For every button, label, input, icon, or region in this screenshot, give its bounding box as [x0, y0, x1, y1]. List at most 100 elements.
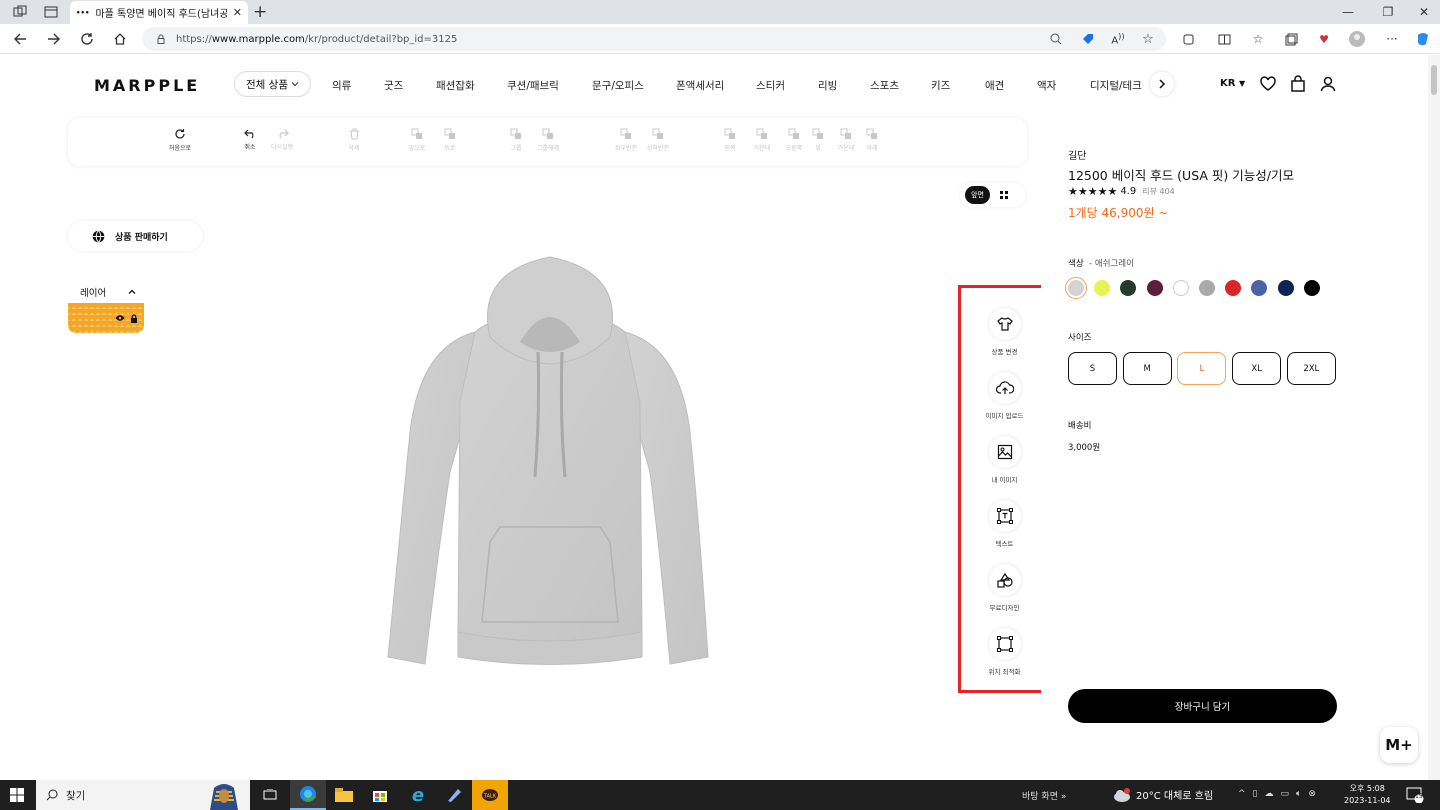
nav-category-7[interactable]: 리빙	[818, 78, 837, 93]
desktop-toolbar-label[interactable]: 바탕 화면 »	[1022, 789, 1066, 802]
nav-category-10[interactable]: 애견	[985, 78, 1004, 93]
coupon-tag-icon[interactable]	[1080, 31, 1096, 47]
tab-actions-icon[interactable]	[43, 4, 59, 20]
lock-icon[interactable]	[130, 313, 138, 323]
grid-view-icon[interactable]	[999, 191, 1008, 199]
side-tool-cloud-upload[interactable]: 이미지 업로드	[961, 372, 1048, 420]
image-icon[interactable]	[988, 436, 1021, 468]
workspaces-icon[interactable]	[12, 4, 28, 20]
favorites-icon[interactable]: ☆	[1250, 31, 1266, 47]
site-logo[interactable]: MARPPLE	[94, 76, 200, 95]
layer-panel-header[interactable]: 레이어	[68, 281, 144, 303]
internet-explorer-icon[interactable]: e	[400, 780, 436, 810]
file-explorer-icon[interactable]	[326, 780, 362, 810]
size-option-l[interactable]: L	[1177, 352, 1227, 385]
color-swatch[interactable]	[1303, 280, 1320, 296]
ime-close-icon[interactable]: ⊗	[1308, 789, 1316, 799]
extensions-icon[interactable]	[1180, 31, 1196, 47]
text-icon[interactable]	[988, 500, 1021, 532]
all-products-button[interactable]: 전체 상품	[234, 71, 311, 97]
mplus-floating-button[interactable]: M+	[1380, 727, 1418, 763]
notepad-app-icon[interactable]	[436, 780, 472, 810]
new-tab-icon[interactable]: +	[253, 2, 267, 22]
reload-icon[interactable]	[79, 31, 95, 47]
search-highlight-image[interactable]	[200, 782, 248, 810]
side-tool-image[interactable]: 내 이미지	[961, 436, 1048, 484]
review-count[interactable]: 리뷰 404	[1142, 186, 1175, 197]
product-brand[interactable]: 길단	[1068, 147, 1086, 162]
split-screen-icon[interactable]	[1216, 31, 1232, 47]
notification-center-icon[interactable]: 15	[1406, 787, 1424, 803]
color-swatch[interactable]	[1277, 280, 1294, 296]
profile-avatar-icon[interactable]	[1349, 31, 1365, 47]
tray-app-icon[interactable]: ▯	[1253, 789, 1258, 799]
hoodie-product-image[interactable]	[380, 252, 720, 677]
nav-category-3[interactable]: 쿠션/패브릭	[507, 78, 559, 93]
shapes-icon[interactable]	[988, 564, 1021, 596]
minimize-icon[interactable]: —	[1338, 3, 1358, 21]
taskbar-clock[interactable]: 오후 5:08 2023-11-04	[1344, 783, 1391, 807]
favorite-star-icon[interactable]: ☆	[1140, 31, 1156, 47]
nav-category-8[interactable]: 스포츠	[870, 78, 899, 93]
tray-expand-icon[interactable]: ^	[1238, 789, 1246, 799]
nav-category-0[interactable]: 의류	[332, 78, 351, 93]
size-option-xl[interactable]: XL	[1232, 352, 1282, 385]
onedrive-cloud-icon[interactable]: ☁	[1265, 789, 1274, 799]
nav-category-6[interactable]: 스티커	[756, 78, 785, 93]
side-tool-text[interactable]: 텍스트	[961, 500, 1048, 548]
home-icon[interactable]	[112, 31, 128, 47]
forward-icon[interactable]	[46, 31, 62, 47]
wishlist-heart-icon[interactable]	[1259, 75, 1277, 93]
network-icon[interactable]: ▭	[1281, 789, 1290, 799]
page-scrollbar[interactable]	[1428, 55, 1440, 780]
weather-widget[interactable]: 20°C 대체로 흐림	[1113, 787, 1213, 802]
language-selector[interactable]: KR ▼	[1220, 78, 1245, 89]
scrollbar-thumb[interactable]	[1431, 65, 1437, 95]
tshirt-icon[interactable]	[988, 308, 1021, 340]
zoom-icon[interactable]	[1048, 31, 1064, 47]
collections-icon[interactable]	[1283, 31, 1299, 47]
windows-start-icon[interactable]	[10, 788, 24, 802]
side-tool-tshirt[interactable]: 상품 변경	[961, 308, 1048, 356]
add-to-cart-button[interactable]: 장바구니 담기	[1068, 689, 1337, 723]
nav-category-9[interactable]: 키즈	[931, 78, 950, 93]
window-close-icon[interactable]: ✕	[1414, 3, 1434, 21]
nav-category-1[interactable]: 굿즈	[384, 78, 403, 93]
more-menu-icon[interactable]: ···	[1384, 31, 1400, 47]
color-swatch[interactable]	[1146, 280, 1163, 296]
color-swatch[interactable]	[1172, 280, 1189, 296]
color-swatch[interactable]	[1065, 277, 1087, 299]
volume-icon[interactable]: 🔈︎	[1296, 789, 1301, 799]
url-field[interactable]: https://www.marpple.com/kr/product/detai…	[142, 27, 1166, 51]
sell-product-button[interactable]: 상품 판매하기	[68, 221, 203, 251]
read-aloud-icon[interactable]: A))	[1110, 31, 1126, 47]
copilot-icon[interactable]	[1415, 31, 1431, 47]
edge-browser-icon[interactable]	[290, 780, 326, 810]
browser-tab[interactable]: ••• 마플 톡양면 베이직 후드(남녀공 ✕	[70, 1, 248, 24]
side-tool-shapes[interactable]: 무료디자인	[961, 564, 1048, 612]
category-next-button[interactable]	[1150, 72, 1174, 96]
size-option-2xl[interactable]: 2XL	[1286, 352, 1336, 385]
eye-icon[interactable]	[115, 314, 125, 322]
toolbar-refresh-button[interactable]: 처음으로	[160, 128, 200, 152]
microsoft-store-icon[interactable]	[362, 780, 398, 810]
layer-row[interactable]	[68, 303, 144, 333]
nav-category-5[interactable]: 폰액세서리	[676, 78, 724, 93]
view-toggle[interactable]: 앞면	[960, 183, 1026, 207]
heart-extension-icon[interactable]: ♥	[1316, 31, 1332, 47]
nav-category-12[interactable]: 디지털/테크	[1090, 78, 1142, 93]
shopping-bag-icon[interactable]	[1289, 75, 1307, 93]
restore-icon[interactable]: ❐	[1378, 3, 1398, 21]
position-optimize-icon[interactable]	[988, 628, 1021, 660]
nav-category-11[interactable]: 액자	[1037, 78, 1056, 93]
side-tool-position-optimize[interactable]: 위치 최적화	[961, 628, 1048, 676]
kakaotalk-icon[interactable]: TALK	[472, 780, 508, 810]
nav-category-4[interactable]: 문구/오피스	[592, 78, 644, 93]
chevron-up-icon[interactable]	[128, 288, 136, 296]
back-icon[interactable]	[12, 31, 28, 47]
cloud-upload-icon[interactable]	[988, 372, 1021, 404]
front-view-button[interactable]: 앞면	[965, 186, 990, 204]
nav-category-2[interactable]: 패션잡화	[436, 78, 475, 93]
close-tab-icon[interactable]: ✕	[233, 6, 242, 19]
color-swatch[interactable]	[1199, 280, 1215, 296]
